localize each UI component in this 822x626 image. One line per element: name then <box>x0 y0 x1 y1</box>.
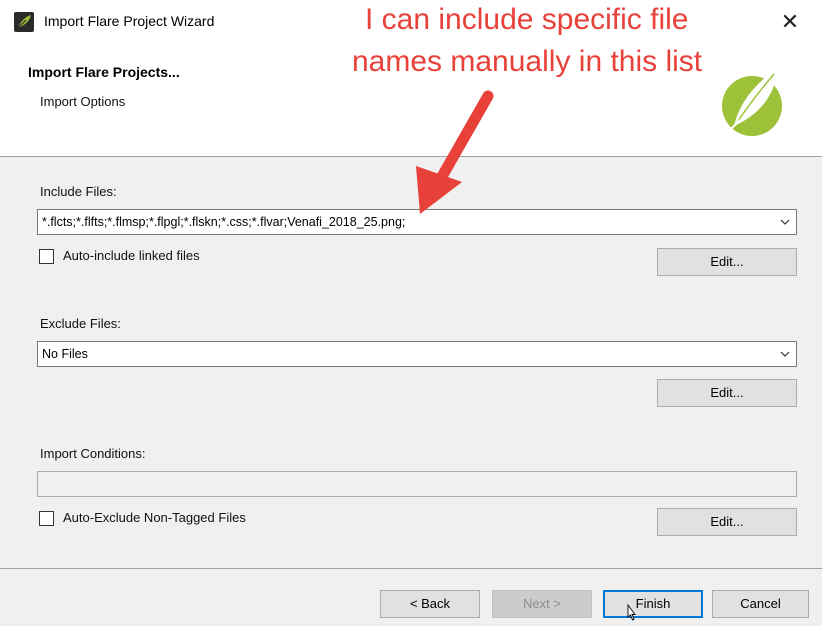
title-bar: Import Flare Project Wizard ✕ <box>0 0 822 44</box>
exclude-files-combo[interactable]: No Files <box>37 341 797 367</box>
auto-include-checkbox[interactable] <box>39 249 54 264</box>
chevron-down-icon[interactable] <box>778 214 792 230</box>
flare-feather-logo-icon <box>722 68 782 136</box>
chevron-down-icon[interactable] <box>778 346 792 362</box>
exclude-files-label: Exclude Files: <box>40 316 121 331</box>
import-conditions-label: Import Conditions: <box>40 446 146 461</box>
close-button[interactable]: ✕ <box>770 4 810 40</box>
include-files-value[interactable]: *.flcts;*.flfts;*.flmsp;*.flpgl;*.flskn;… <box>42 215 405 229</box>
window-title: Import Flare Project Wizard <box>44 13 215 29</box>
import-conditions-field[interactable] <box>37 471 797 497</box>
conditions-edit-button[interactable]: Edit... <box>657 508 797 536</box>
cancel-button[interactable]: Cancel <box>712 590 809 618</box>
exclude-files-value[interactable]: No Files <box>42 347 88 361</box>
app-icon <box>14 12 34 32</box>
header-divider <box>0 156 822 157</box>
page-subtitle: Import Options <box>40 94 126 109</box>
footer-divider <box>0 568 822 569</box>
auto-exclude-checkbox[interactable] <box>39 511 54 526</box>
back-button[interactable]: < Back <box>380 590 480 618</box>
page-title: Import Flare Projects... <box>28 64 180 80</box>
next-button[interactable]: Next > <box>492 590 592 618</box>
include-files-combo[interactable]: *.flcts;*.flfts;*.flmsp;*.flpgl;*.flskn;… <box>37 209 797 235</box>
import-wizard-window: Import Flare Project Wizard ✕ Import Fla… <box>0 0 822 626</box>
mouse-pointer-icon <box>627 604 636 621</box>
include-edit-button[interactable]: Edit... <box>657 248 797 276</box>
include-files-label: Include Files: <box>40 184 117 199</box>
close-icon: ✕ <box>780 9 800 34</box>
auto-include-label[interactable]: Auto-include linked files <box>63 248 200 263</box>
wizard-header: Import Flare Projects... Import Options <box>0 44 822 156</box>
auto-exclude-label[interactable]: Auto-Exclude Non-Tagged Files <box>63 510 246 525</box>
finish-button[interactable]: Finish <box>603 590 703 618</box>
exclude-edit-button[interactable]: Edit... <box>657 379 797 407</box>
